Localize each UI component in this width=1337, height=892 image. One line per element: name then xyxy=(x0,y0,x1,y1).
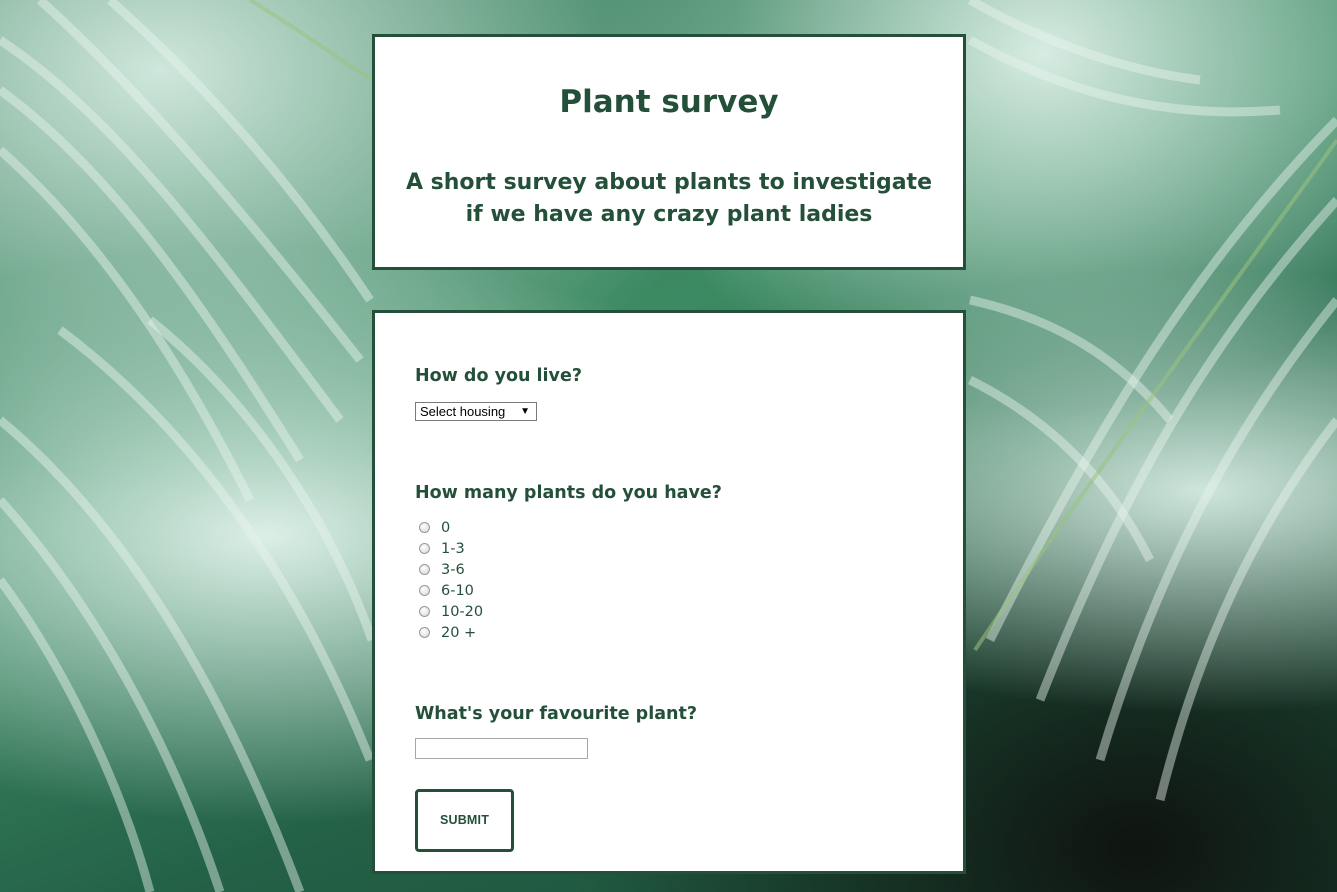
radio-option-0[interactable]: 0 xyxy=(419,517,450,538)
survey-form: How do you live? Select housing ▼ How ma… xyxy=(372,310,966,874)
radio-option-6-10[interactable]: 6-10 xyxy=(419,580,474,601)
radio-label: 6-10 xyxy=(441,582,474,599)
radio-label: 0 xyxy=(441,519,451,536)
radio-option-20-plus[interactable]: 20 + xyxy=(419,622,476,643)
radio-button[interactable] xyxy=(419,606,430,617)
plant-count-question-label: How many plants do you have? xyxy=(415,483,722,503)
header-card: Plant survey A short survey about plants… xyxy=(372,34,966,270)
radio-button[interactable] xyxy=(419,585,430,596)
page-subtitle: A short survey about plants to investiga… xyxy=(405,170,932,227)
radio-button[interactable] xyxy=(419,627,430,638)
chevron-down-icon: ▼ xyxy=(520,406,530,417)
radio-button[interactable] xyxy=(419,543,430,554)
favourite-plant-input[interactable] xyxy=(415,738,588,759)
housing-select-value: Select housing xyxy=(420,404,506,419)
housing-question-label: How do you live? xyxy=(415,366,582,386)
radio-label: 20 + xyxy=(441,624,477,641)
radio-option-3-6[interactable]: 3-6 xyxy=(419,559,465,580)
radio-option-10-20[interactable]: 10-20 xyxy=(419,601,483,622)
radio-button[interactable] xyxy=(419,522,430,533)
radio-label: 1-3 xyxy=(441,540,465,557)
submit-button[interactable]: SUBMIT xyxy=(415,789,514,852)
radio-button[interactable] xyxy=(419,564,430,575)
radio-label: 3-6 xyxy=(441,561,465,578)
page-title: Plant survey xyxy=(559,84,779,120)
housing-select[interactable]: Select housing ▼ xyxy=(415,402,537,421)
radio-label: 10-20 xyxy=(441,603,484,620)
favourite-plant-question-label: What's your favourite plant? xyxy=(415,704,697,724)
radio-option-1-3[interactable]: 1-3 xyxy=(419,538,465,559)
